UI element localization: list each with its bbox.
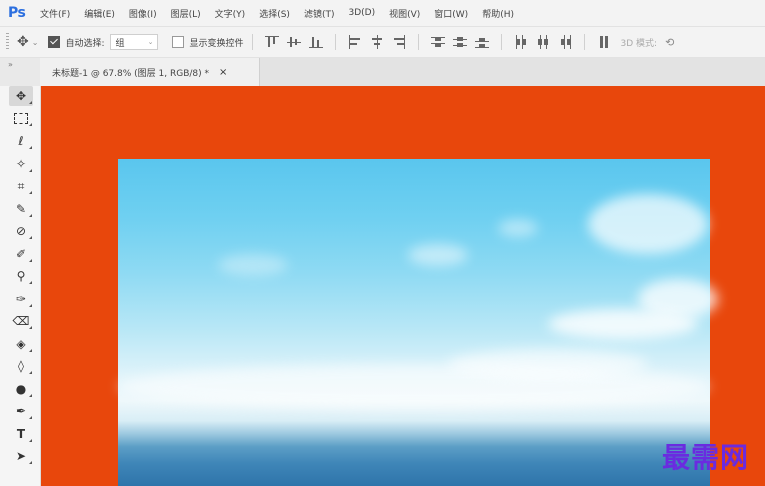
show-transform-checkbox[interactable]	[172, 36, 185, 48]
chevron-down-icon: ⌄	[31, 37, 39, 47]
tool-preset-picker[interactable]: ✥ ⌄	[17, 34, 38, 50]
menu-window[interactable]: 窗口(W)	[434, 7, 468, 20]
brush-tool[interactable]: ✐	[9, 244, 33, 264]
orbit-3d-icon[interactable]: ⟲	[665, 36, 674, 49]
lasso-tool[interactable]: ℓ	[9, 131, 33, 151]
close-icon[interactable]: ×	[219, 67, 227, 78]
menu-view[interactable]: 视图(V)	[389, 7, 420, 20]
align-hcenter-icon[interactable]	[370, 35, 384, 49]
eraser-icon: ⌫	[12, 314, 30, 328]
paint-bucket-tool[interactable]: ◈	[9, 334, 33, 354]
align-vcenter-icon[interactable]	[286, 35, 301, 49]
divider	[251, 34, 253, 50]
document-tab-bar: 未标题-1 @ 67.8% (图层 1, RGB/8) * ×	[40, 58, 765, 86]
document-tab[interactable]: 未标题-1 @ 67.8% (图层 1, RGB/8) * ×	[40, 58, 260, 86]
crop-icon: ⌗	[17, 178, 25, 193]
brush-icon: ✐	[15, 247, 27, 261]
bucket-icon: ◈	[16, 337, 26, 351]
distribute-right-icon[interactable]	[558, 35, 572, 49]
auto-select-label: 自动选择:	[65, 38, 105, 49]
divider	[334, 34, 336, 50]
menu-3d[interactable]: 3D(D)	[348, 8, 375, 18]
move-tool[interactable]: ✥	[9, 86, 33, 106]
menu-file[interactable]: 文件(F)	[40, 7, 70, 20]
align-top-icon[interactable]	[264, 35, 279, 49]
align-right-icon[interactable]	[392, 35, 406, 49]
menu-edit[interactable]: 编辑(E)	[84, 7, 115, 20]
show-transform-label: 显示变换控件	[189, 38, 244, 49]
bandage-icon: ⊘	[15, 224, 27, 238]
arrow-icon: ➤	[15, 449, 27, 463]
photoshop-logo: Ps	[8, 5, 26, 21]
divider	[583, 34, 585, 50]
auto-select-value: 组	[115, 38, 125, 49]
clone-stamp-tool[interactable]: ⚲	[9, 266, 33, 286]
marquee-tool[interactable]	[9, 108, 33, 128]
chevron-down-icon: ⌄	[147, 38, 154, 46]
toolbox-header: »	[0, 58, 41, 86]
document-tab-title: 未标题-1 @ 67.8% (图层 1, RGB/8) *	[52, 68, 209, 79]
type-tool[interactable]: T	[9, 424, 33, 444]
dodge-icon: ●	[15, 382, 27, 396]
menu-layer[interactable]: 图层(L)	[171, 7, 201, 20]
options-bar-grip[interactable]	[6, 33, 9, 51]
distribute-top-icon[interactable]	[430, 35, 445, 49]
magic-wand-tool[interactable]: ✧	[9, 154, 33, 174]
lasso-icon: ℓ	[18, 134, 24, 148]
3d-mode-label: 3D 模式:	[620, 38, 658, 49]
magic-wand-icon: ✧	[15, 157, 27, 171]
menu-type[interactable]: 文字(Y)	[215, 7, 246, 20]
distribute-left-icon[interactable]	[514, 35, 528, 49]
distribute-vcenter-icon[interactable]	[452, 35, 467, 49]
crop-tool[interactable]: ⌗	[9, 176, 33, 196]
options-bar: ✥ ⌄ 自动选择: 组 ⌄ 显示变换控件 3D 模式: ⟲	[0, 27, 765, 58]
watermark-text: 最需网	[661, 441, 749, 474]
stamp-icon: ⚲	[16, 269, 26, 283]
drop-icon: ◊	[18, 359, 24, 373]
align-bottom-icon[interactable]	[308, 35, 323, 49]
eyedropper-tool[interactable]: ✎	[9, 199, 33, 219]
type-icon: T	[16, 427, 26, 441]
move-icon: ✥	[15, 89, 27, 103]
pen-icon: ✒	[15, 404, 27, 418]
history-brush-tool[interactable]: ✑	[9, 289, 33, 309]
healing-brush-tool[interactable]: ⊘	[9, 221, 33, 241]
align-left-icon[interactable]	[348, 35, 362, 49]
menu-select[interactable]: 选择(S)	[259, 7, 290, 20]
auto-select-dropdown[interactable]: 组 ⌄	[110, 34, 159, 50]
rect-marquee-icon	[14, 112, 28, 124]
distribute-hcenter-icon[interactable]	[536, 35, 550, 49]
pen-tool[interactable]: ✒	[9, 401, 33, 421]
menu-bar: Ps 文件(F) 编辑(E) 图像(I) 图层(L) 文字(Y) 选择(S) 滤…	[0, 0, 765, 27]
sky-photo-layer[interactable]	[118, 159, 718, 486]
history-brush-icon: ✑	[15, 292, 27, 306]
canvas-area[interactable]: 最需网	[41, 86, 765, 486]
auto-align-layers-icon[interactable]	[597, 35, 611, 49]
auto-select-checkbox[interactable]	[48, 36, 61, 48]
move-icon: ✥	[17, 34, 29, 50]
divider	[417, 34, 419, 50]
path-selection-tool[interactable]: ➤	[9, 446, 33, 466]
toolbox: ✥ ℓ ✧ ⌗ ✎ ⊘ ✐ ⚲ ✑ ⌫ ◈ ◊ ● ✒ T ➤	[0, 86, 41, 486]
eraser-tool[interactable]: ⌫	[9, 311, 33, 331]
distribute-bottom-icon[interactable]	[474, 35, 489, 49]
menu-help[interactable]: 帮助(H)	[482, 7, 514, 20]
eyedropper-icon: ✎	[15, 202, 27, 216]
dodge-tool[interactable]: ●	[9, 379, 33, 399]
menu-filter[interactable]: 滤镜(T)	[304, 7, 335, 20]
menu-image[interactable]: 图像(I)	[129, 7, 157, 20]
blur-tool[interactable]: ◊	[9, 356, 33, 376]
divider	[500, 34, 502, 50]
collapse-arrows-icon[interactable]: »	[8, 60, 13, 69]
